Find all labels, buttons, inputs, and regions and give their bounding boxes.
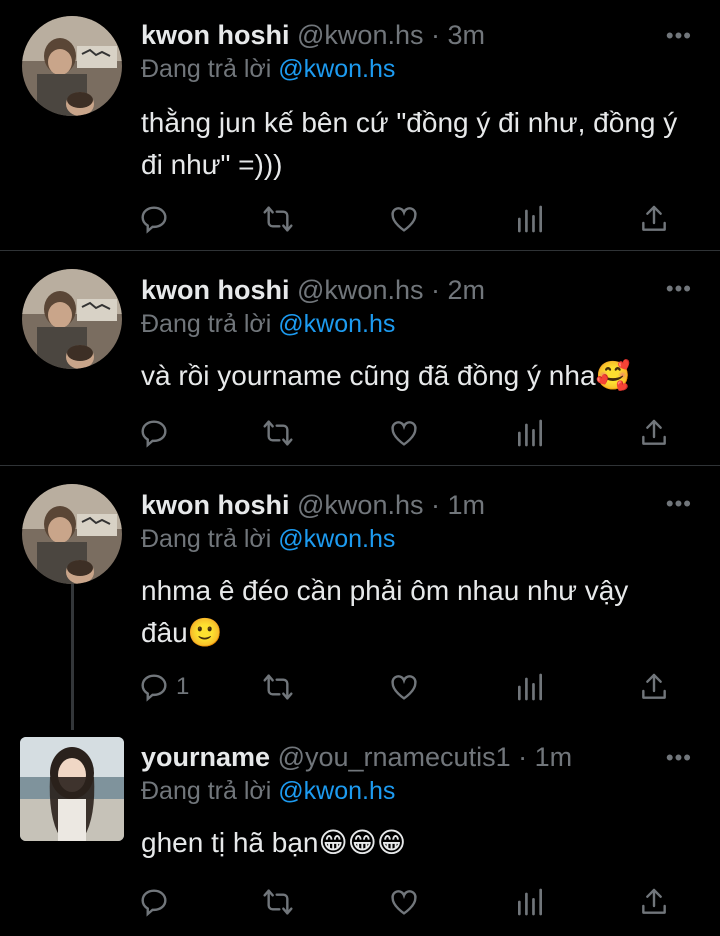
timestamp[interactable]: 2m — [448, 275, 486, 305]
views-button[interactable] — [514, 413, 546, 453]
retweet-icon — [263, 889, 293, 915]
tweet[interactable]: kwon hoshi @kwon.hs · 2m Đang trả lời @k… — [0, 251, 720, 465]
like-button[interactable] — [388, 413, 420, 453]
retweet-icon — [263, 674, 293, 700]
avatar[interactable] — [22, 269, 122, 369]
like-icon — [391, 421, 417, 446]
share-icon — [642, 888, 666, 914]
separator: · — [518, 742, 528, 772]
more-icon[interactable]: ••• — [666, 747, 692, 769]
like-icon — [391, 890, 417, 915]
retweet-button[interactable] — [262, 667, 294, 707]
views-button[interactable] — [514, 882, 546, 922]
reply-icon — [141, 674, 167, 702]
share-icon — [642, 419, 666, 445]
mention-link[interactable]: @kwon.hs — [278, 777, 395, 805]
views-button[interactable] — [514, 199, 546, 239]
tweet[interactable]: kwon hoshi @kwon.hs · 1m Đang trả lời @k… — [0, 466, 720, 730]
avatar[interactable] — [22, 484, 122, 584]
mention-link[interactable]: @kwon.hs — [278, 55, 395, 83]
user-handle[interactable]: @kwon.hs — [297, 275, 423, 305]
tweet[interactable]: yourname @you_rnamecutis1 · 1m Đang trả … — [0, 724, 720, 936]
replying-to: Đang trả lời @kwon.hs — [141, 52, 680, 86]
tweet[interactable]: kwon hoshi @kwon.hs · 3m Đang trả lời @k… — [0, 0, 720, 250]
retweet-icon — [263, 420, 293, 446]
views-button[interactable] — [514, 667, 546, 707]
replying-to: Đang trả lời @kwon.hs — [141, 307, 680, 341]
views-icon — [518, 673, 542, 701]
views-icon — [518, 205, 542, 233]
more-icon[interactable]: ••• — [666, 25, 692, 47]
reply-icon — [141, 420, 167, 448]
retweet-button[interactable] — [262, 413, 294, 453]
replying-to-label: Đang trả lời — [141, 55, 272, 83]
display-name[interactable]: kwon hoshi — [141, 20, 290, 50]
like-button[interactable] — [388, 882, 420, 922]
reply-button[interactable]: 1 — [138, 667, 189, 707]
share-button[interactable] — [638, 413, 670, 453]
reply-icon — [141, 889, 167, 917]
share-button[interactable] — [638, 199, 670, 239]
reply-button[interactable] — [138, 413, 176, 453]
mention-link[interactable]: @kwon.hs — [278, 310, 395, 338]
more-icon[interactable]: ••• — [666, 493, 692, 515]
reply-button[interactable] — [138, 199, 176, 239]
share-button[interactable] — [638, 667, 670, 707]
mention-link[interactable]: @kwon.hs — [278, 525, 395, 553]
display-name[interactable]: yourname — [141, 742, 270, 772]
tweet-text: và rồi yourname cũng đã đồng ý nha🥰 — [141, 360, 631, 391]
views-icon — [518, 888, 542, 916]
replying-to-label: Đang trả lời — [141, 310, 272, 338]
like-button[interactable] — [388, 199, 420, 239]
timestamp[interactable]: 1m — [535, 742, 573, 772]
avatar[interactable] — [20, 737, 124, 841]
retweet-button[interactable] — [262, 199, 294, 239]
display-name[interactable]: kwon hoshi — [141, 275, 290, 305]
separator: · — [431, 275, 440, 305]
avatar[interactable] — [22, 16, 122, 116]
retweet-button[interactable] — [262, 882, 294, 922]
like-icon — [391, 675, 417, 700]
retweet-icon — [263, 206, 293, 232]
share-icon — [642, 673, 666, 699]
display-name[interactable]: kwon hoshi — [141, 490, 290, 520]
separator: · — [431, 490, 440, 520]
tweet-text: thằng jun kế bên cứ "đồng ý đi như, đồng… — [141, 107, 678, 180]
replying-to: Đang trả lời @kwon.hs — [141, 774, 680, 808]
like-button[interactable] — [388, 667, 420, 707]
user-handle[interactable]: @kwon.hs — [297, 490, 423, 520]
share-button[interactable] — [638, 882, 670, 922]
reply-icon — [141, 206, 167, 234]
reply-button[interactable] — [138, 882, 176, 922]
like-icon — [391, 207, 417, 232]
replying-to-label: Đang trả lời — [141, 777, 272, 805]
share-icon — [642, 205, 666, 231]
more-icon[interactable]: ••• — [666, 278, 692, 300]
tweet-text: ghen tị hã bạn😁😁😁 — [141, 827, 407, 858]
user-handle[interactable]: @you_rnamecutis1 — [278, 742, 511, 772]
reply-count: 1 — [176, 673, 190, 700]
tweet-text: nhma ê đéo cần phải ôm nhau như vậy đâu🙂 — [141, 575, 629, 648]
timestamp[interactable]: 1m — [448, 490, 486, 520]
thread-line — [71, 584, 74, 730]
separator: · — [431, 20, 440, 50]
replying-to-label: Đang trả lời — [141, 525, 272, 553]
views-icon — [518, 419, 542, 447]
user-handle[interactable]: @kwon.hs — [297, 20, 423, 50]
timestamp[interactable]: 3m — [448, 20, 486, 50]
replying-to: Đang trả lời @kwon.hs — [141, 522, 680, 556]
